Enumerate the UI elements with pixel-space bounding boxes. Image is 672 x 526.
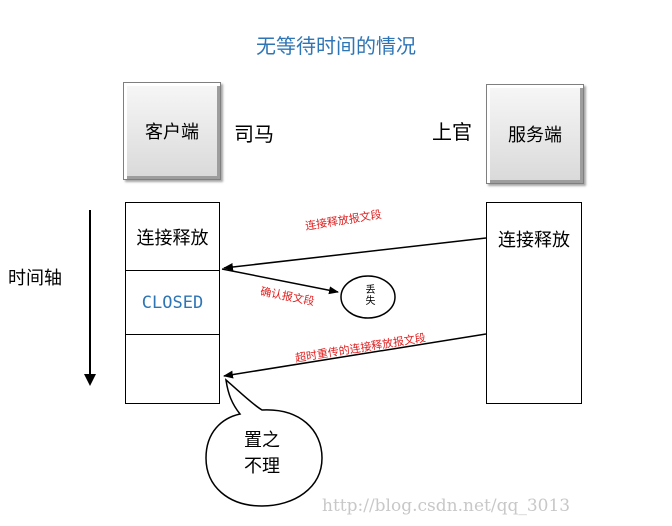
bubble-text: 置之 不理: [230, 428, 294, 480]
lost-text: 丢失: [363, 284, 374, 306]
bubble-line-2: 不理: [244, 456, 280, 477]
bubble-line-1: 置之: [244, 430, 280, 451]
time-axis-arrowhead: [84, 374, 96, 386]
watermark: http://blog.csdn.net/qq_3013: [322, 496, 571, 516]
diagram-graphics: [84, 210, 487, 507]
release-arrow: [223, 237, 487, 271]
